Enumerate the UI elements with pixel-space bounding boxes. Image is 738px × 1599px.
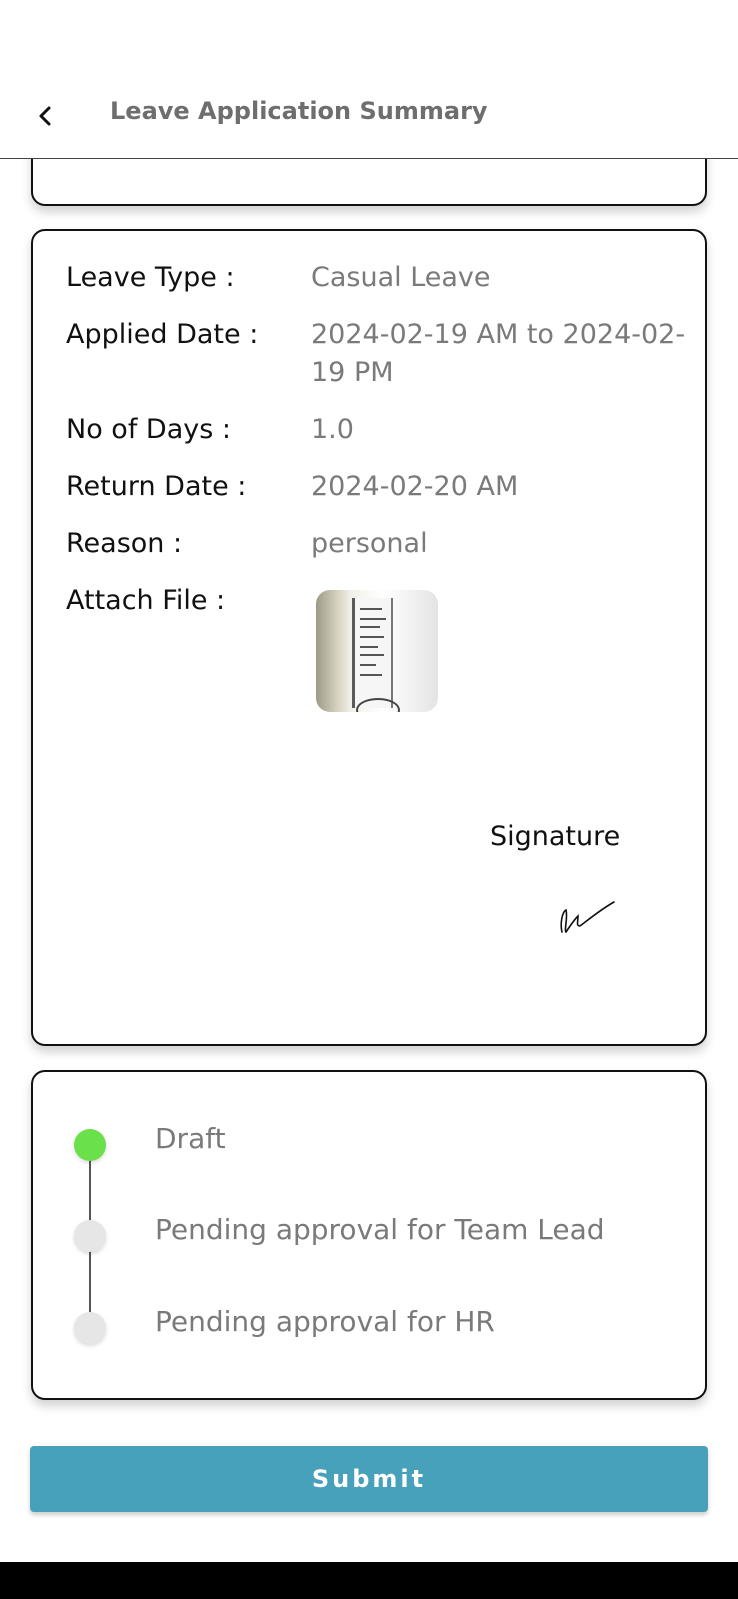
signature-label: Signature [490, 821, 621, 852]
attachment-document-image [352, 598, 393, 708]
step-team-lead-indicator [74, 1220, 106, 1252]
chevron-left-icon [39, 106, 51, 126]
no-of-days-label: No of Days : [66, 414, 231, 445]
scroll-content[interactable]: ' ' Leave Type : Casual Leave Applied Da… [0, 0, 738, 1599]
attach-file-label: Attach File : [66, 585, 226, 616]
step-draft-label: Draft [155, 1122, 226, 1155]
leave-details-card: Leave Type : Casual Leave Applied Date :… [31, 229, 707, 1046]
attachment-thumbnail[interactable] [316, 590, 438, 712]
signature-image [560, 901, 615, 934]
applied-date-value: 2024-02-19 AM to 2024-02-19 PM [311, 319, 686, 388]
step-draft-indicator [74, 1129, 106, 1161]
step-hr-label: Pending approval for HR [155, 1305, 495, 1338]
leave-summary-screen: ' ' Leave Type : Casual Leave Applied Da… [0, 0, 738, 1599]
no-of-days-value: 1.0 [311, 414, 354, 445]
step-hr-indicator [74, 1312, 106, 1344]
return-date-label: Return Date : [66, 471, 247, 502]
submit-button[interactable]: Submit [30, 1446, 708, 1512]
approval-status-card: Draft Pending approval for Team Lead Pen… [31, 1070, 707, 1400]
attach-file-row: Attach File : [66, 582, 686, 712]
app-header: Leave Application Summary [0, 0, 738, 159]
reason-value: personal [311, 528, 428, 559]
leave-type-value: Casual Leave [311, 262, 491, 293]
system-navigation-bar [0, 1562, 738, 1599]
page-title: Leave Application Summary [110, 97, 488, 125]
applied-date-label: Applied Date : [66, 319, 259, 350]
step-team-lead-label: Pending approval for Team Lead [155, 1213, 605, 1246]
back-button[interactable] [30, 98, 60, 134]
return-date-value: 2024-02-20 AM [311, 471, 519, 502]
reason-label: Reason : [66, 528, 183, 559]
leave-type-label: Leave Type : [66, 262, 235, 293]
